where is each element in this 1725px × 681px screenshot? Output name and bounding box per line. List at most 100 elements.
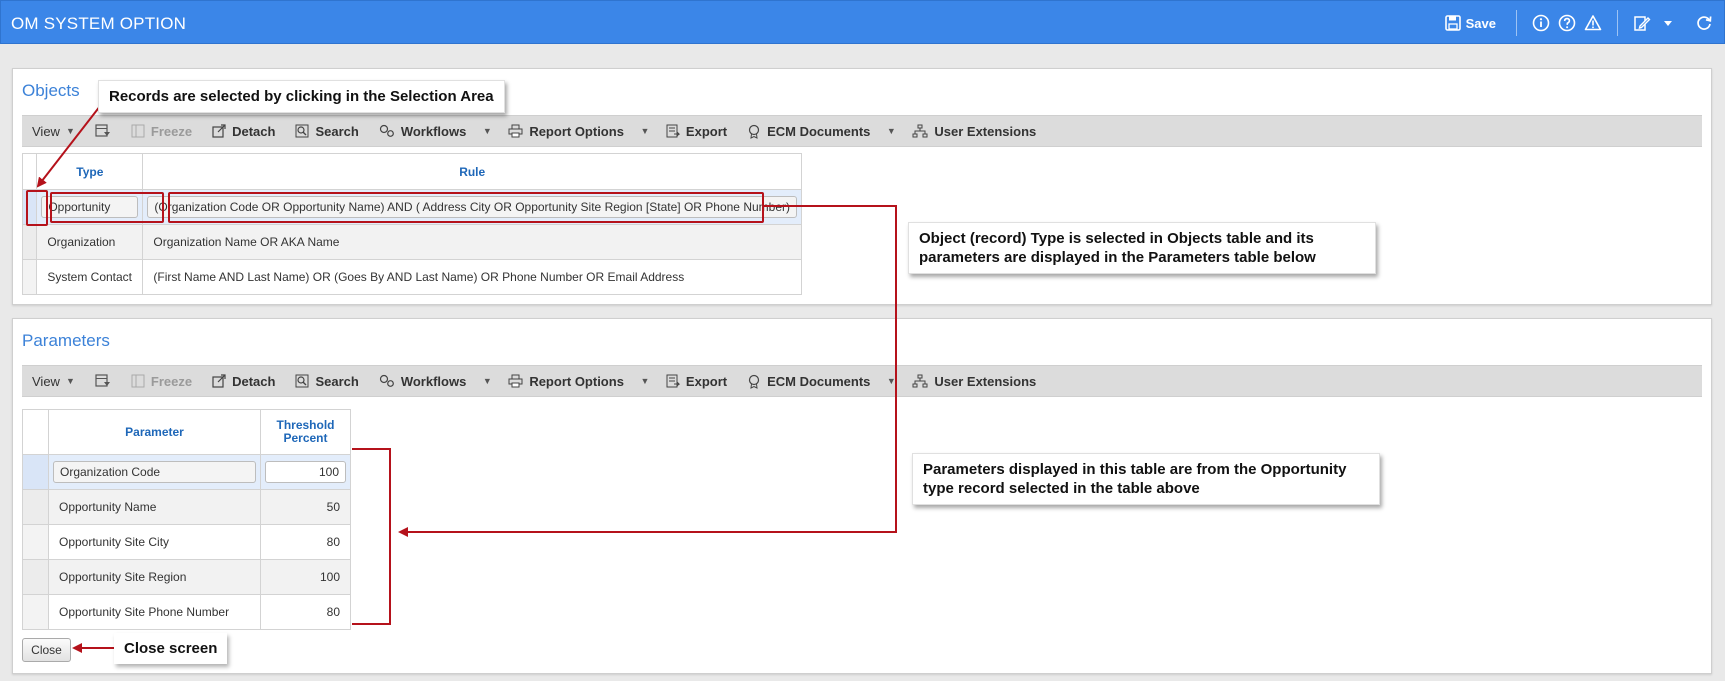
workflows-dropdown[interactable]: ▼ [476, 115, 498, 147]
row-selector[interactable] [22, 524, 49, 560]
user-extensions-button[interactable]: User Extensions [902, 115, 1046, 147]
row-selector[interactable] [21, 224, 38, 260]
table-row[interactable]: Organization Code 100 [22, 454, 351, 490]
table-row[interactable]: Organization Organization Name OR AKA Na… [21, 224, 802, 260]
freeze-button[interactable]: Freeze [121, 365, 202, 397]
parameters-table: Parameter Threshold Percent Organization … [22, 409, 351, 630]
printer-icon [508, 124, 523, 138]
ecm-documents-label: ECM Documents [767, 373, 871, 389]
parameters-toolbar: View ▼ Freeze Detach Search Workflows ▼ R… [22, 365, 1702, 397]
row-selector[interactable] [22, 559, 49, 595]
rule-cell[interactable]: (First Name AND Last Name) OR (Goes By A… [142, 259, 802, 295]
export-button[interactable]: Export [656, 115, 737, 147]
export-button[interactable]: Export [656, 365, 737, 397]
view-menu[interactable]: View ▼ [22, 365, 85, 397]
report-options-label: Report Options [529, 123, 624, 139]
table-row[interactable]: Opportunity Name 50 [22, 489, 351, 525]
column-header-threshold-percent[interactable]: Threshold Percent [260, 409, 351, 455]
detach-icon [212, 124, 226, 138]
search-button[interactable]: Search [285, 365, 368, 397]
threshold-cell[interactable]: 80 [260, 524, 351, 560]
parameter-cell[interactable]: Opportunity Site Phone Number [48, 594, 261, 630]
parameter-cell[interactable]: Organization Code [48, 454, 261, 490]
report-options-button[interactable]: Report Options [498, 115, 634, 147]
search-button[interactable]: Search [285, 115, 368, 147]
threshold-cell[interactable]: 100 [260, 559, 351, 595]
ecm-documents-label: ECM Documents [767, 123, 871, 139]
column-settings-button[interactable] [85, 365, 121, 397]
ecm-documents-dropdown[interactable]: ▼ [880, 115, 902, 147]
threshold-cell[interactable]: 100 [260, 454, 351, 490]
table-row[interactable]: System Contact (First Name AND Last Name… [21, 259, 802, 295]
detach-button[interactable]: Detach [202, 365, 285, 397]
report-options-dropdown[interactable]: ▼ [634, 365, 656, 397]
search-label: Search [315, 373, 359, 389]
chevron-down-icon[interactable] [1658, 13, 1678, 33]
threshold-cell[interactable]: 80 [260, 594, 351, 630]
save-label: Save [1465, 15, 1496, 31]
user-extensions-icon [912, 374, 928, 388]
chevron-down-icon: ▼ [482, 376, 492, 386]
chevron-down-icon: ▼ [886, 376, 896, 386]
ecm-documents-dropdown[interactable]: ▼ [880, 365, 902, 397]
annotation-selection-text: Records are selected by clicking in the … [109, 88, 494, 105]
table-row[interactable]: Opportunity Site Phone Number 80 [22, 594, 351, 630]
table-row[interactable]: Opportunity Site Region 100 [22, 559, 351, 595]
column-settings-button[interactable] [85, 115, 121, 147]
help-icon[interactable] [1557, 13, 1577, 33]
close-button[interactable]: Close [22, 638, 71, 662]
report-options-button[interactable]: Report Options [498, 365, 634, 397]
column-header-rule[interactable]: Rule [142, 153, 802, 190]
user-extensions-icon [912, 124, 928, 138]
row-selector[interactable] [22, 594, 49, 630]
parameter-field[interactable]: Organization Code [53, 461, 256, 483]
parameter-cell[interactable]: Opportunity Name [48, 489, 261, 525]
warning-icon[interactable] [1583, 13, 1603, 33]
annotation-close-screen: Close screen [114, 633, 228, 664]
row-selector[interactable] [22, 454, 49, 490]
table-row[interactable]: Opportunity Site City 80 [22, 524, 351, 560]
type-cell[interactable]: Organization [36, 224, 144, 260]
rule-cell[interactable]: Organization Name OR AKA Name [142, 224, 802, 260]
refresh-icon[interactable] [1694, 13, 1714, 33]
freeze-button[interactable]: Freeze [121, 115, 202, 147]
parameter-cell[interactable]: Opportunity Site City [48, 524, 261, 560]
freeze-label: Freeze [150, 373, 193, 389]
view-menu[interactable]: View ▼ [22, 115, 85, 147]
annotation-selection-area: Records are selected by clicking in the … [98, 80, 505, 113]
freeze-icon [131, 374, 145, 388]
type-cell[interactable]: System Contact [36, 259, 144, 295]
report-options-label: Report Options [529, 373, 624, 389]
chevron-down-icon: ▼ [640, 376, 650, 386]
threshold-label-line2: Percent [283, 431, 328, 445]
title-bar: OM SYSTEM OPTION Save [0, 0, 1725, 44]
save-button[interactable]: Save [1439, 8, 1502, 38]
column-header-parameter[interactable]: Parameter [48, 409, 261, 455]
annotation-objects-line1: Object (record) Type is selected in Obje… [919, 230, 1314, 247]
threshold-input[interactable]: 100 [265, 461, 346, 483]
report-options-dropdown[interactable]: ▼ [634, 115, 656, 147]
view-label: View [32, 373, 60, 389]
workflows-button[interactable]: Workflows [369, 365, 477, 397]
search-icon [295, 374, 309, 388]
annotation-objects-table: Object (record) Type is selected in Obje… [908, 222, 1376, 274]
ecm-documents-icon [748, 374, 760, 389]
ecm-documents-button[interactable]: ECM Documents [737, 115, 880, 147]
edit-icon[interactable] [1632, 13, 1652, 33]
user-extensions-button[interactable]: User Extensions [902, 365, 1046, 397]
row-selector[interactable] [22, 489, 49, 525]
column-header-type[interactable]: Type [36, 153, 144, 190]
workflows-icon [379, 124, 394, 137]
detach-button[interactable]: Detach [202, 115, 285, 147]
parameters-header-row: Parameter Threshold Percent [22, 409, 351, 455]
workflows-button[interactable]: Workflows [369, 115, 477, 147]
selection-header [21, 153, 38, 190]
objects-title: Objects [22, 81, 80, 100]
threshold-cell[interactable]: 50 [260, 489, 351, 525]
parameter-cell[interactable]: Opportunity Site Region [48, 559, 261, 595]
info-icon[interactable] [1531, 13, 1551, 33]
chevron-down-icon: ▼ [65, 376, 75, 386]
ecm-documents-button[interactable]: ECM Documents [737, 365, 880, 397]
workflows-dropdown[interactable]: ▼ [476, 365, 498, 397]
row-selector[interactable] [21, 259, 38, 295]
